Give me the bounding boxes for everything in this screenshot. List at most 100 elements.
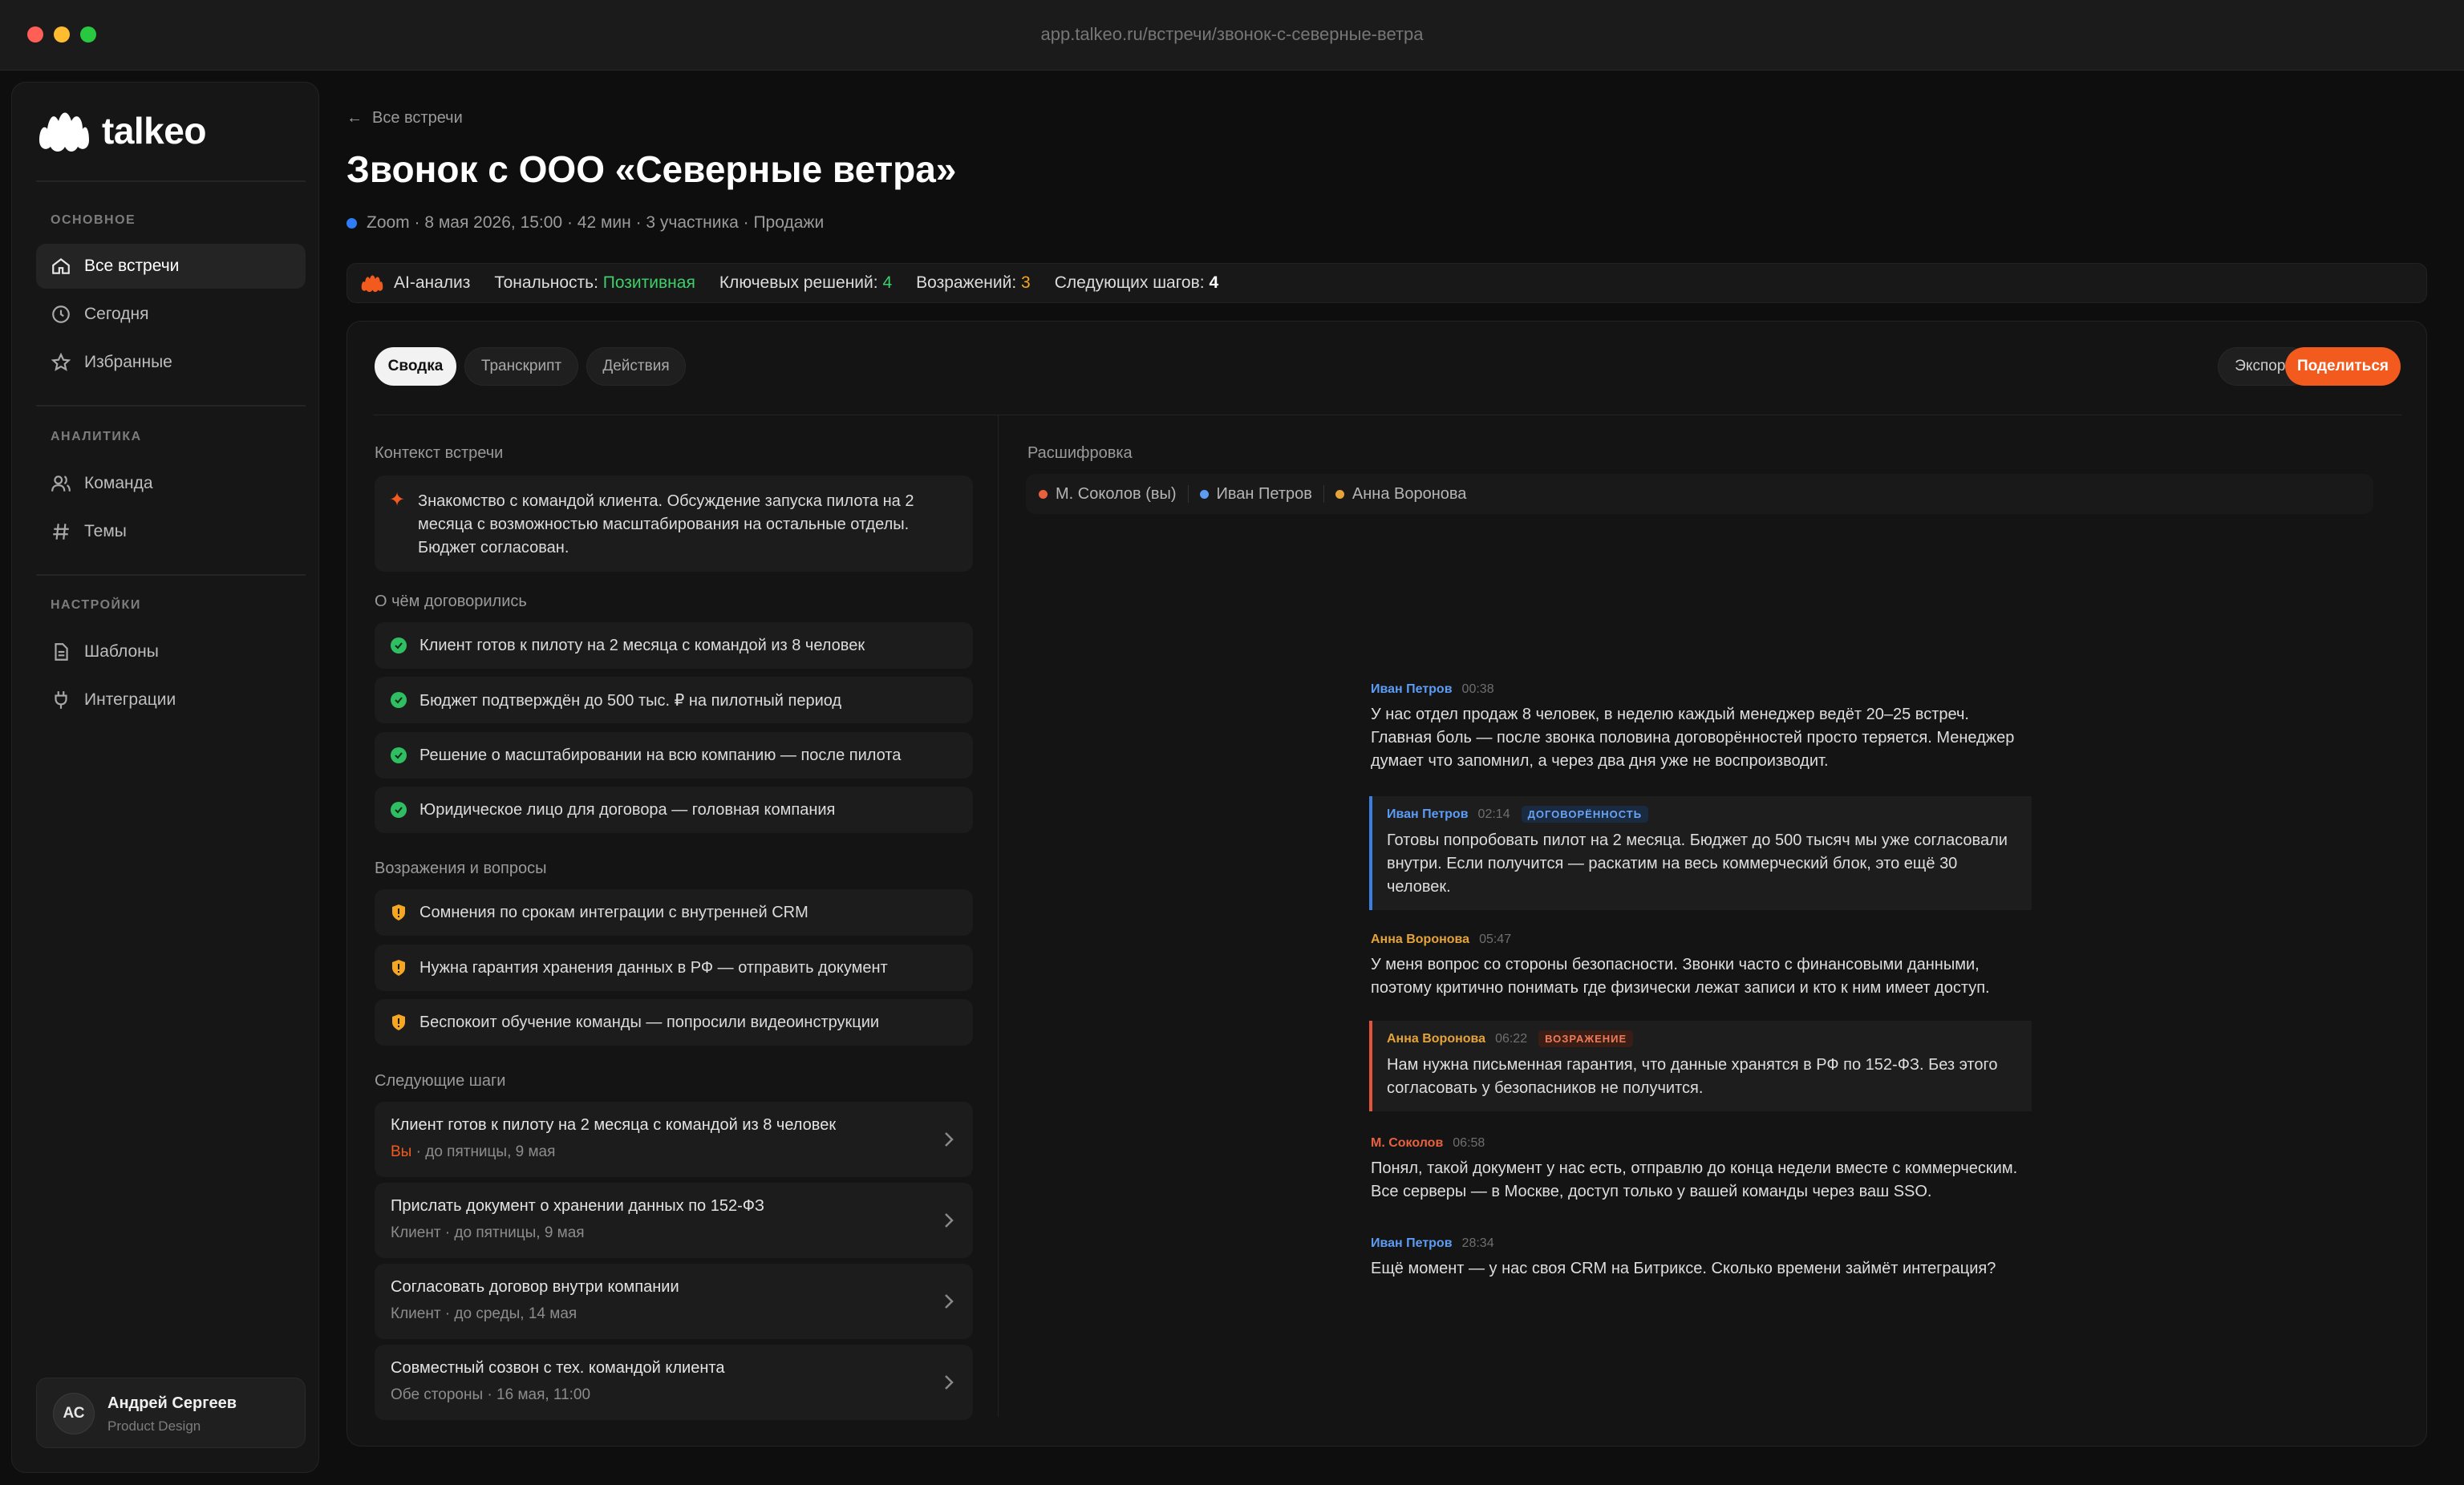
sidebar-item-team[interactable]: Команда — [36, 461, 306, 506]
message-speaker: М. Соколов — [1371, 1136, 1444, 1150]
address-bar[interactable]: app.talkeo.ru/встречи/звонок-с-северные-… — [0, 24, 2464, 45]
sidebar-item-integrations[interactable]: Интеграции — [36, 678, 306, 722]
agreement-item: Решение о масштабировании на всю компани… — [375, 732, 973, 779]
meeting-meta-text: Zoom · 8 мая 2026, 15:00 · 42 мин · 3 уч… — [367, 213, 825, 232]
speaker-color-dot — [1335, 489, 1344, 499]
section-label-main: ОСНОВНОЕ — [51, 213, 136, 227]
sidebar-item-all-meetings[interactable]: Все встречи — [36, 244, 306, 289]
speaker-chip[interactable]: Анна Воронова — [1335, 485, 1466, 504]
sidebar: talkeo ОСНОВНОЕ Все встречи Сегодня Избр… — [11, 82, 319, 1473]
shield-alert-icon — [391, 1014, 407, 1030]
agreed-title: О чём договорились — [375, 593, 527, 610]
context-text: Знакомство с командой клиента. Обсуждени… — [418, 492, 914, 556]
speaker-chip[interactable]: Иван Петров — [1199, 485, 1312, 504]
transcript-message: Иван Петров 28:34 Ещё момент — у нас своя… — [1371, 1236, 2028, 1281]
objections-title: Возражения и вопросы — [375, 860, 547, 877]
arrow-left-icon: ← — [346, 109, 363, 127]
hash-icon — [51, 521, 71, 542]
message-text: Ещё момент — у нас своя CRM на Битриксе.… — [1371, 1260, 1996, 1277]
speaker-color-dot — [1039, 489, 1048, 499]
sidebar-item-templates[interactable]: Шаблоны — [36, 629, 306, 674]
sidebar-item-today[interactable]: Сегодня — [36, 292, 306, 337]
speaker-color-dot — [1199, 489, 1209, 499]
check-circle-icon — [391, 802, 407, 818]
page-title: Звонок с ООО «Северные ветра» — [346, 148, 957, 190]
agreement-text: Бюджет подтверждён до 500 тыс. ₽ на пило… — [419, 691, 842, 710]
column-divider — [998, 415, 999, 1417]
message-time: 28:34 — [1461, 1236, 1494, 1250]
decisions-stat: Ключевых решений: 4 — [719, 273, 893, 292]
next-step-item[interactable]: Клиент готов к пилоту на 2 месяца с кома… — [375, 1102, 973, 1177]
next-step-meta: Клиент · до пятницы, 9 мая — [391, 1224, 585, 1241]
user-role: Product Design — [107, 1418, 201, 1434]
speaker-filter-bar: М. Соколов (вы) Иван Петров Анна Воронов… — [1026, 474, 2373, 514]
user-profile-card[interactable]: АС Андрей Сергеев Product Design — [36, 1378, 306, 1448]
objection-item: Беспокоит обучение команды — попросили в… — [375, 999, 973, 1046]
agreement-text: Юридическое лицо для договора — головная… — [419, 800, 836, 819]
user-name: Андрей Сергеев — [107, 1394, 237, 1412]
chevron-right-icon — [945, 1213, 954, 1228]
meeting-meta: Zoom · 8 мая 2026, 15:00 · 42 мин · 3 уч… — [346, 213, 824, 233]
share-button[interactable]: Поделиться — [2285, 347, 2401, 386]
back-link-label: Все встречи — [372, 109, 463, 127]
steps-stat: Следующих шагов: 4 — [1054, 273, 1219, 292]
message-time: 05:47 — [1479, 933, 1512, 946]
steps-value: 4 — [1209, 273, 1219, 292]
message-speaker: Иван Петров — [1371, 1236, 1453, 1250]
message-speaker: Иван Петров — [1387, 807, 1469, 821]
shield-alert-icon — [391, 904, 407, 921]
agreement-tag: ДОГОВОРЁННОСТЬ — [1521, 806, 1649, 823]
agreement-text: Решение о масштабировании на всю компани… — [419, 746, 902, 764]
message-text: Понял, такой документ у нас есть, отправ… — [1371, 1159, 2018, 1200]
transcript-message-highlighted: Анна Воронова 06:22 ВОЗРАЖЕНИЕ Нам нужна п… — [1369, 1021, 2032, 1111]
message-text: У нас отдел продаж 8 человек, в неделю к… — [1371, 706, 2015, 770]
avatar: АС — [53, 1393, 95, 1434]
check-circle-icon — [391, 747, 407, 763]
next-steps-title: Следующие шаги — [375, 1072, 506, 1090]
message-text: Нам нужна письменная гарантия, что данны… — [1387, 1056, 1998, 1097]
transcript-message-highlighted: Иван Петров 02:14 ДОГОВОРЁННОСТЬ Готовы по… — [1369, 796, 2032, 910]
objections-value: 3 — [1021, 273, 1031, 292]
objections-stat: Возражений: 3 — [916, 273, 1031, 292]
check-circle-icon — [391, 637, 407, 653]
sidebar-item-label: Шаблоны — [84, 642, 159, 661]
context-card: ✦ Знакомство с командой клиента. Обсужде… — [375, 475, 973, 572]
tone-value: Позитивная — [602, 273, 695, 292]
ai-logo-icon — [361, 275, 383, 293]
next-step-item[interactable]: Прислать документ о хранении данных по 1… — [375, 1183, 973, 1258]
talkeo-logo-icon — [39, 112, 89, 152]
message-text: У меня вопрос со стороны безопасности. З… — [1371, 956, 1990, 997]
sidebar-divider — [36, 180, 306, 182]
tab-summary[interactable]: Сводка — [375, 347, 456, 386]
next-step-item[interactable]: Совместный созвон с тех. командой клиент… — [375, 1345, 973, 1420]
sidebar-item-favorites[interactable]: Избранные — [36, 340, 306, 385]
star-icon — [51, 352, 71, 373]
ai-analysis-bar: AI-анализ Тональность: Позитивная Ключев… — [346, 263, 2427, 303]
message-time: 00:38 — [1461, 682, 1494, 696]
brand-name: talkeo — [102, 110, 206, 152]
tab-transcript[interactable]: Транскрипт — [464, 347, 578, 386]
tab-actions[interactable]: Действия — [586, 347, 686, 386]
next-step-item[interactable]: Согласовать договор внутри компании Клие… — [375, 1264, 973, 1339]
objection-tag: ВОЗРАЖЕНИЕ — [1538, 1030, 1634, 1047]
message-time: 02:14 — [1477, 807, 1510, 821]
next-step-title: Совместный созвон с тех. командой клиент… — [391, 1359, 725, 1377]
separator — [1323, 485, 1324, 503]
message-time: 06:22 — [1495, 1031, 1528, 1046]
sidebar-item-topics[interactable]: Темы — [36, 509, 306, 554]
decisions-value: 4 — [882, 273, 893, 292]
back-link[interactable]: ← Все встречи — [346, 109, 463, 127]
sidebar-item-label: Темы — [84, 522, 127, 540]
objection-text: Сомнения по срокам интеграции с внутренн… — [419, 903, 808, 921]
speaker-chip[interactable]: М. Соколов (вы) — [1039, 485, 1177, 504]
chevron-right-icon — [945, 1375, 954, 1390]
logo[interactable]: talkeo — [36, 107, 206, 155]
next-step-title: Согласовать договор внутри компании — [391, 1278, 679, 1296]
chevron-right-icon — [945, 1132, 954, 1147]
sidebar-item-label: Команда — [84, 474, 153, 492]
agreement-item: Юридическое лицо для договора — головная… — [375, 787, 973, 833]
next-step-title: Клиент готов к пилоту на 2 месяца с кома… — [391, 1116, 837, 1134]
agreement-item: Клиент готов к пилоту на 2 месяца с кома… — [375, 622, 973, 669]
agreement-item: Бюджет подтверждён до 500 тыс. ₽ на пило… — [375, 677, 973, 723]
message-time: 06:58 — [1453, 1136, 1485, 1150]
